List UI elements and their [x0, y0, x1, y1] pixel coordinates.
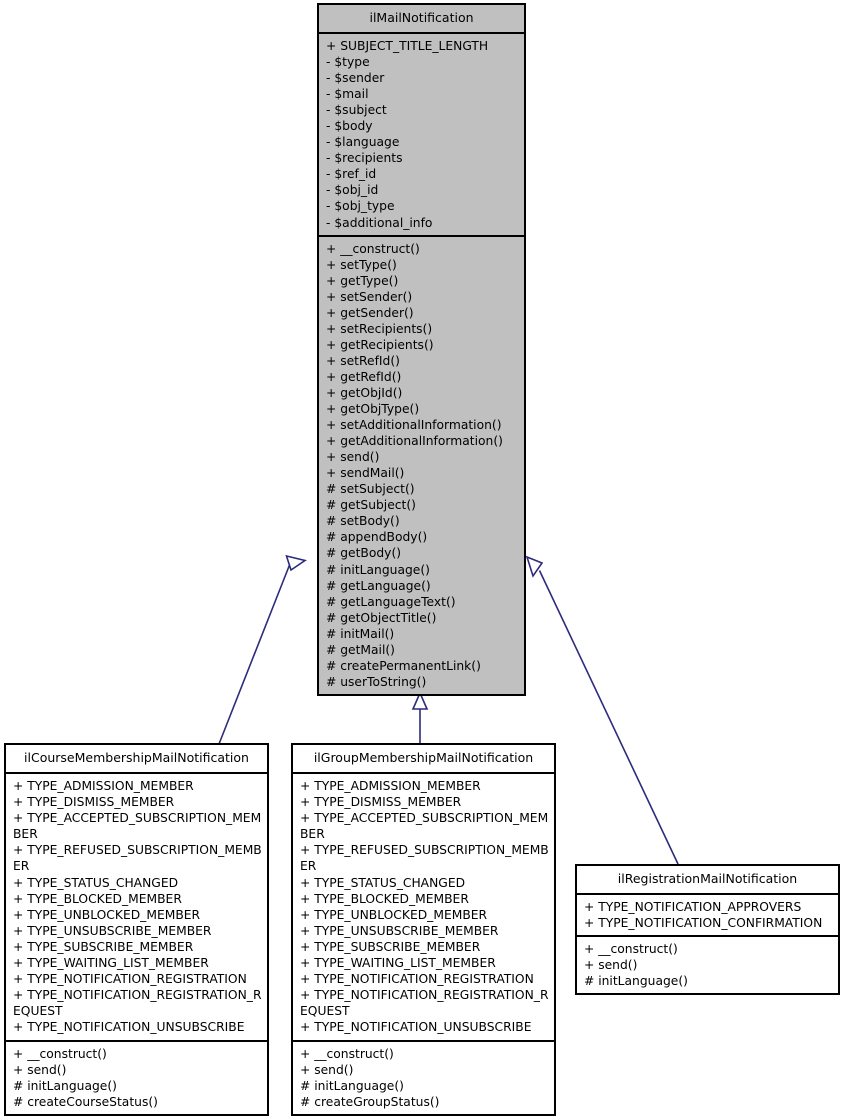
class-member: - $obj_id	[326, 183, 379, 198]
class-member: + TYPE_ADMISSION_MEMBER	[13, 779, 194, 793]
class-member: + TYPE_REFUSED_SUBSCRIPTION_MEMBER	[300, 843, 549, 874]
class-box-ilcoursemembershipmailnotification[interactable]: ilCourseMembershipMailNotification + TYP…	[4, 743, 269, 1116]
class-member: - $mail	[326, 87, 369, 102]
class-attributes-ilmailnotification: + SUBJECT_TITLE_LENGTH - $type - $sender…	[319, 34, 524, 235]
class-member: + sendMail()	[326, 466, 405, 481]
class-member: + setRecipients()	[326, 321, 433, 336]
class-member: + getObjType()	[326, 402, 420, 417]
class-member: + TYPE_NOTIFICATION_UNSUBSCRIBE	[13, 1020, 245, 1035]
class-member: # appendBody()	[326, 530, 428, 545]
class-member: + TYPE_NOTIFICATION_APPROVERS	[584, 900, 802, 914]
class-methods-ilregistrationmailnotification: + __construct() + send() # initLanguage(…	[577, 935, 838, 993]
class-member: - $body	[326, 119, 373, 134]
class-attributes-ilregistrationmailnotification: + TYPE_NOTIFICATION_APPROVERS + TYPE_NOT…	[577, 895, 838, 935]
class-methods-ilgroupmembershipmailnotification: + __construct() + send() # initLanguage(…	[293, 1039, 554, 1114]
class-member: + TYPE_NOTIFICATION_REGISTRATION	[13, 972, 247, 987]
class-member: + TYPE_ADMISSION_MEMBER	[300, 779, 481, 793]
class-member: + send()	[300, 1062, 354, 1077]
class-member: + TYPE_UNSUBSCRIBE_MEMBER	[300, 923, 499, 938]
class-member: + TYPE_NOTIFICATION_REGISTRATION	[300, 972, 534, 987]
class-attributes-ilcoursemembershipmailnotification: + TYPE_ADMISSION_MEMBER + TYPE_DISMISS_M…	[6, 774, 267, 1040]
class-member: + getRefId()	[326, 369, 402, 384]
class-member: # getLanguage()	[326, 578, 431, 593]
class-member: - $language	[326, 135, 400, 150]
class-member: + TYPE_NOTIFICATION_CONFIRMATION	[584, 916, 823, 931]
class-member: + __construct()	[300, 1046, 394, 1061]
class-member: + getAdditionalInformation()	[326, 434, 503, 449]
class-attributes-ilgroupmembershipmailnotification: + TYPE_ADMISSION_MEMBER + TYPE_DISMISS_M…	[293, 774, 554, 1040]
class-member: + send()	[326, 450, 380, 465]
class-member: + getSender()	[326, 305, 414, 320]
class-member: - $subject	[326, 103, 387, 118]
class-member: # getMail()	[326, 642, 395, 657]
class-member: + TYPE_NOTIFICATION_UNSUBSCRIBE	[300, 1020, 532, 1035]
class-member: + __construct()	[584, 942, 678, 957]
class-member: # getSubject()	[326, 498, 416, 513]
class-box-ilregistrationmailnotification[interactable]: ilRegistrationMailNotification + TYPE_NO…	[575, 863, 840, 996]
class-member: + setSender()	[326, 289, 413, 304]
class-member: # createCourseStatus()	[13, 1094, 158, 1109]
class-member: - $recipients	[326, 151, 403, 166]
class-member: + __construct()	[326, 241, 420, 256]
class-member: + setRefId()	[326, 353, 400, 368]
class-member: + TYPE_UNBLOCKED_MEMBER	[300, 907, 488, 922]
class-member: + setAdditionalInformation()	[326, 418, 502, 433]
class-member: + send()	[584, 958, 638, 973]
class-member: + send()	[13, 1062, 67, 1077]
class-member: + SUBJECT_TITLE_LENGTH	[326, 39, 489, 53]
class-member: # setBody()	[326, 514, 400, 529]
class-member: + setType()	[326, 257, 397, 272]
class-member: # initMail()	[326, 626, 395, 641]
class-member: # createGroupStatus()	[300, 1094, 440, 1109]
class-member: + TYPE_WAITING_LIST_MEMBER	[13, 956, 209, 971]
class-member: + TYPE_NOTIFICATION_REGISTRATION_REQUEST	[13, 988, 262, 1019]
class-member: + TYPE_DISMISS_MEMBER	[300, 795, 462, 810]
class-box-ilmailnotification[interactable]: ilMailNotification + SUBJECT_TITLE_LENGT…	[317, 3, 526, 696]
class-member: + TYPE_UNSUBSCRIBE_MEMBER	[13, 923, 212, 938]
class-member: # createPermanentLink()	[326, 658, 481, 673]
class-member: # getLanguageText()	[326, 594, 456, 609]
class-member: + getType()	[326, 273, 399, 288]
class-member: + TYPE_STATUS_CHANGED	[300, 875, 466, 890]
class-member: # setSubject()	[326, 482, 415, 497]
class-member: - $sender	[326, 71, 385, 86]
class-title-ilcoursemembershipmailnotification: ilCourseMembershipMailNotification	[6, 745, 267, 774]
class-member: + getObjId()	[326, 385, 403, 400]
class-member: # initLanguage()	[13, 1078, 117, 1093]
class-member: + TYPE_BLOCKED_MEMBER	[13, 891, 182, 906]
class-methods-ilcoursemembershipmailnotification: + __construct() + send() # initLanguage(…	[6, 1039, 267, 1114]
edge-group-to-base	[411, 691, 429, 744]
class-member: - $type	[326, 55, 370, 70]
class-title-ilgroupmembershipmailnotification: ilGroupMembershipMailNotification	[293, 745, 554, 774]
class-member: + TYPE_SUBSCRIBE_MEMBER	[13, 939, 194, 954]
class-member: + TYPE_ACCEPTED_SUBSCRIPTION_MEMBER	[13, 811, 262, 842]
class-member: + TYPE_SUBSCRIBE_MEMBER	[300, 939, 481, 954]
class-member: + __construct()	[13, 1046, 107, 1061]
edge-course-to-base	[218, 554, 307, 745]
class-methods-ilmailnotification: + __construct() + setType() + getType() …	[319, 234, 524, 694]
class-member: + getRecipients()	[326, 337, 434, 352]
class-member: - $additional_info	[326, 215, 433, 230]
class-member: # initLanguage()	[326, 562, 430, 577]
class-member: # initLanguage()	[300, 1078, 404, 1093]
class-member: + TYPE_BLOCKED_MEMBER	[300, 891, 469, 906]
class-member: + TYPE_DISMISS_MEMBER	[13, 795, 175, 810]
class-member: + TYPE_UNBLOCKED_MEMBER	[13, 907, 201, 922]
class-member: # getBody()	[326, 546, 402, 561]
class-member: # userToString()	[326, 674, 427, 689]
class-member: + TYPE_NOTIFICATION_REGISTRATION_REQUEST	[300, 988, 549, 1019]
class-member: - $obj_type	[326, 199, 395, 214]
class-member: - $ref_id	[326, 167, 377, 182]
class-title-ilmailnotification: ilMailNotification	[319, 5, 524, 34]
class-member: + TYPE_ACCEPTED_SUBSCRIPTION_MEMBER	[300, 811, 549, 842]
class-member: + TYPE_STATUS_CHANGED	[13, 875, 179, 890]
class-member: # getObjectTitle()	[326, 610, 437, 625]
class-box-ilgroupmembershipmailnotification[interactable]: ilGroupMembershipMailNotification + TYPE…	[291, 743, 556, 1116]
class-member: + TYPE_WAITING_LIST_MEMBER	[300, 956, 496, 971]
uml-class-diagram: ilMailNotification + SUBJECT_TITLE_LENGT…	[0, 0, 845, 1120]
class-member: # initLanguage()	[584, 974, 688, 989]
class-member: + TYPE_REFUSED_SUBSCRIPTION_MEMBER	[13, 843, 262, 874]
class-title-ilregistrationmailnotification: ilRegistrationMailNotification	[577, 866, 838, 895]
